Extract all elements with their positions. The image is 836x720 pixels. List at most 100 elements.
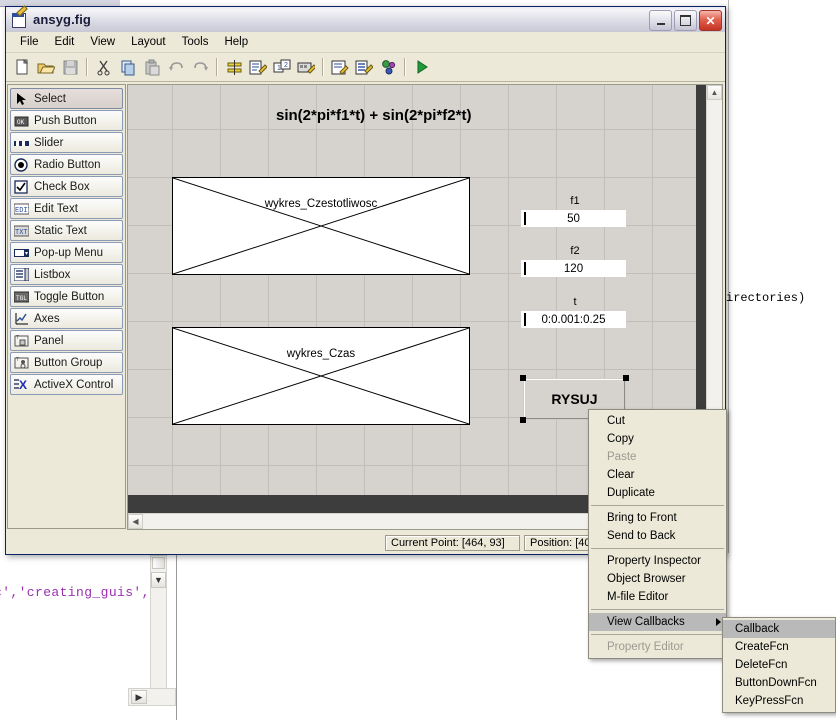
undo-icon[interactable] bbox=[164, 55, 188, 79]
edit-text-f2[interactable]: 120 bbox=[521, 260, 626, 277]
text-caret bbox=[524, 313, 526, 326]
menu-view[interactable]: View bbox=[82, 34, 123, 50]
edit-value: 0:0.001:0.25 bbox=[541, 313, 606, 326]
palette-item-slider[interactable]: Slider bbox=[10, 132, 123, 153]
window-titlebar[interactable]: ansyg.fig ✕ bbox=[6, 5, 725, 32]
activex-icon: X bbox=[14, 378, 29, 392]
edit-value: 50 bbox=[567, 212, 580, 225]
minimize-button[interactable] bbox=[649, 10, 672, 31]
scroll-left-arrow-icon[interactable]: ◀ bbox=[128, 514, 143, 529]
palette-item-panel[interactable]: T Panel bbox=[10, 330, 123, 351]
edit-text-t[interactable]: 0:0.001:0.25 bbox=[521, 311, 626, 328]
menu-help[interactable]: Help bbox=[216, 34, 256, 50]
context-menu-item-view-callbacks[interactable]: View Callbacks bbox=[589, 613, 726, 631]
scroll-down-arrow-icon[interactable]: ▼ bbox=[151, 572, 166, 588]
edit-text-icon: EDIT bbox=[13, 202, 32, 216]
new-figure-icon[interactable] bbox=[10, 55, 34, 79]
m-file-editor-icon[interactable] bbox=[328, 55, 352, 79]
menu-tools[interactable]: Tools bbox=[174, 34, 217, 50]
scroll-up-arrow-icon[interactable]: ▲ bbox=[707, 85, 722, 100]
context-menu-separator bbox=[591, 505, 724, 506]
selection-handle-bottom-left[interactable] bbox=[520, 417, 526, 423]
menu-layout[interactable]: Layout bbox=[123, 34, 174, 50]
palette-item-label: Push Button bbox=[34, 114, 97, 127]
palette-item-label: Radio Button bbox=[34, 158, 101, 171]
palette-item-static-text[interactable]: TXT Static Text bbox=[10, 220, 123, 241]
background-horizontal-scrollbar[interactable]: ▶ bbox=[128, 688, 176, 706]
submenu-item-buttondownfcn[interactable]: ButtonDownFcn bbox=[723, 674, 835, 692]
svg-text:TXT: TXT bbox=[15, 229, 28, 237]
toolbar-separator bbox=[216, 58, 218, 76]
open-icon[interactable] bbox=[34, 55, 58, 79]
palette-item-label: Pop-up Menu bbox=[34, 246, 104, 259]
figure-title-static-text[interactable]: sin(2*pi*f1*t) + sin(2*pi*f2*t) bbox=[276, 107, 471, 124]
scroll-right-arrow-icon[interactable]: ▶ bbox=[131, 690, 147, 704]
push-button-label: RYSUJ bbox=[551, 391, 598, 407]
context-menu-item-cut[interactable]: Cut bbox=[589, 412, 726, 430]
context-menu-separator bbox=[591, 609, 724, 610]
property-inspector-icon[interactable] bbox=[352, 55, 376, 79]
selection-handle-top-left[interactable] bbox=[520, 375, 526, 381]
palette-item-radio-button[interactable]: Radio Button bbox=[10, 154, 123, 175]
palette-item-activex-control[interactable]: X ActiveX Control bbox=[10, 374, 123, 395]
context-menu-item-m-file-editor[interactable]: M-file Editor bbox=[589, 588, 726, 606]
palette-item-push-button[interactable]: OK Push Button bbox=[10, 110, 123, 131]
background-vertical-scrollbar[interactable]: ▼ bbox=[150, 555, 167, 703]
palette-item-toggle-button[interactable]: TGL Toggle Button bbox=[10, 286, 123, 307]
toggle-button-icon: TGL bbox=[13, 290, 30, 304]
context-menu-item-property-inspector[interactable]: Property Inspector bbox=[589, 552, 726, 570]
toolbar-separator bbox=[404, 58, 406, 76]
text-caret bbox=[524, 212, 526, 225]
object-browser-icon[interactable] bbox=[376, 55, 400, 79]
axes-tag-label: wykres_Czestotliwosc bbox=[264, 198, 378, 210]
menu-editor-icon[interactable] bbox=[246, 55, 270, 79]
palette-item-button-group[interactable]: T Button Group bbox=[10, 352, 123, 373]
submenu-item-deletefcn[interactable]: DeleteFcn bbox=[723, 656, 835, 674]
axes-wykres-czestotliwosc[interactable]: wykres_Czestotliwosc bbox=[172, 177, 470, 275]
palette-item-popup-menu[interactable]: Pop-up Menu bbox=[10, 242, 123, 263]
axes-wykres-czas[interactable]: wykres_Czas bbox=[172, 327, 470, 425]
run-icon[interactable] bbox=[410, 55, 434, 79]
cut-icon[interactable] bbox=[92, 55, 116, 79]
svg-text:EDIT: EDIT bbox=[15, 207, 29, 215]
static-text-f2[interactable]: f2 bbox=[523, 245, 627, 257]
palette-item-listbox[interactable]: Listbox bbox=[10, 264, 123, 285]
context-menu-item-send-to-back[interactable]: Send to Back bbox=[589, 527, 726, 545]
scrollbar-thumb[interactable] bbox=[152, 557, 165, 569]
context-menu-item-bring-to-front[interactable]: Bring to Front bbox=[589, 509, 726, 527]
submenu-item-createfcn[interactable]: CreateFcn bbox=[723, 638, 835, 656]
redo-icon[interactable] bbox=[188, 55, 212, 79]
menu-edit[interactable]: Edit bbox=[47, 34, 83, 50]
context-menu-item-copy[interactable]: Copy bbox=[589, 430, 726, 448]
palette-item-select[interactable]: Select bbox=[10, 88, 123, 109]
palette-item-label: Slider bbox=[34, 136, 64, 149]
align-objects-icon[interactable] bbox=[222, 55, 246, 79]
edit-text-f1[interactable]: 50 bbox=[521, 210, 626, 227]
context-menu-item-object-browser[interactable]: Object Browser bbox=[589, 570, 726, 588]
paste-icon[interactable] bbox=[140, 55, 164, 79]
submenu-arrow-icon bbox=[716, 618, 721, 626]
context-menu-item-clear[interactable]: Clear bbox=[589, 466, 726, 484]
submenu-item-keypressfcn[interactable]: KeyPressFcn bbox=[723, 692, 835, 710]
palette-item-edit-text[interactable]: EDIT Edit Text bbox=[10, 198, 123, 219]
svg-text:2: 2 bbox=[284, 62, 288, 69]
static-text-f1[interactable]: f1 bbox=[523, 195, 627, 207]
context-menu: Cut Copy Paste Clear Duplicate Bring to … bbox=[588, 409, 727, 659]
selection-handle-top-right[interactable] bbox=[623, 375, 629, 381]
toolbar-editor-icon[interactable] bbox=[294, 55, 318, 79]
maximize-button[interactable] bbox=[674, 10, 697, 31]
copy-icon[interactable] bbox=[116, 55, 140, 79]
palette-item-label: Listbox bbox=[34, 268, 71, 281]
palette-item-check-box[interactable]: Check Box bbox=[10, 176, 123, 197]
menu-file[interactable]: File bbox=[12, 34, 47, 50]
tab-order-editor-icon[interactable]: 12 bbox=[270, 55, 294, 79]
status-current-point: Current Point: [464, 93] bbox=[385, 535, 520, 551]
close-button[interactable]: ✕ bbox=[699, 10, 722, 31]
context-menu-item-duplicate[interactable]: Duplicate bbox=[589, 484, 726, 502]
static-text-t[interactable]: t bbox=[523, 296, 627, 308]
submenu-item-callback[interactable]: Callback bbox=[723, 620, 835, 638]
arrow-cursor-icon bbox=[14, 92, 29, 106]
axes-icon bbox=[14, 312, 29, 326]
save-icon[interactable] bbox=[58, 55, 82, 79]
palette-item-axes[interactable]: Axes bbox=[10, 308, 123, 329]
